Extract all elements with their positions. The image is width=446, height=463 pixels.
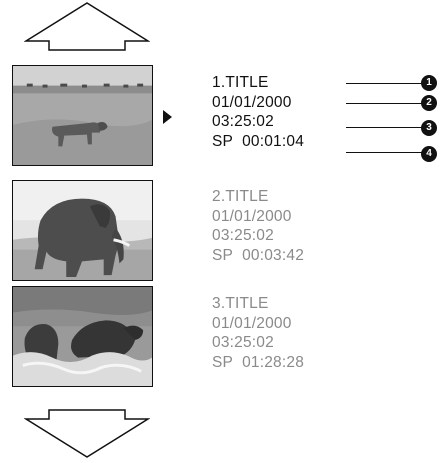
title-1-info[interactable]: 1.TITLE 01/01/2000 03:25:02 SP 00:01:04 <box>212 73 304 151</box>
title-2-name: 2.TITLE <box>212 188 269 205</box>
title-2-date: 01/01/2000 <box>212 207 292 225</box>
title-1-duration: 00:01:04 <box>242 132 305 150</box>
callout-badge-4: 4 <box>421 146 437 162</box>
title-2-duration: 00:03:42 <box>242 246 305 264</box>
title-1-speed: SP <box>212 132 234 150</box>
title-2-info[interactable]: 2.TITLE 01/01/2000 03:25:02 SP 00:03:42 <box>212 187 304 265</box>
title-1-thumbnail[interactable] <box>12 65 153 166</box>
callout-line-4 <box>346 152 424 153</box>
title-3-name: 3.TITLE <box>212 295 269 312</box>
title-2-duration-line: SP 00:03:42 <box>212 246 304 266</box>
scroll-up-arrow-icon[interactable] <box>23 2 151 52</box>
title-1-duration-line: SP 00:01:04 <box>212 132 304 152</box>
lion-savanna-image <box>13 66 152 165</box>
title-3-thumbnail[interactable] <box>12 286 153 387</box>
title-3-duration-line: SP 01:28:28 <box>212 353 304 373</box>
play-cursor-icon <box>163 110 172 124</box>
title-3-duration: 01:28:28 <box>242 353 305 371</box>
title-2-time: 03:25:02 <box>212 227 274 244</box>
callout-badge-3: 3 <box>421 120 437 136</box>
callout-line-1 <box>346 83 424 84</box>
title-3-speed: SP <box>212 353 234 371</box>
title-3-date: 01/01/2000 <box>212 314 292 332</box>
title-1-date: 01/01/2000 <box>212 93 292 111</box>
callout-line-2 <box>346 103 424 104</box>
title-1-name: 1.TITLE <box>212 74 269 91</box>
title-3-info[interactable]: 3.TITLE 01/01/2000 03:25:02 SP 01:28:28 <box>212 294 304 372</box>
scroll-down-arrow-icon[interactable] <box>23 408 151 458</box>
callout-badge-2: 2 <box>421 95 437 111</box>
title-2-thumbnail[interactable] <box>12 180 153 281</box>
callout-badge-1: 1 <box>421 75 437 91</box>
title-2-speed: SP <box>212 246 234 264</box>
elephant-image <box>13 181 152 280</box>
title-1-time: 03:25:02 <box>212 113 274 130</box>
title-3-time: 03:25:02 <box>212 334 274 351</box>
hippos-water-image <box>13 287 152 386</box>
callout-line-3 <box>346 127 424 128</box>
